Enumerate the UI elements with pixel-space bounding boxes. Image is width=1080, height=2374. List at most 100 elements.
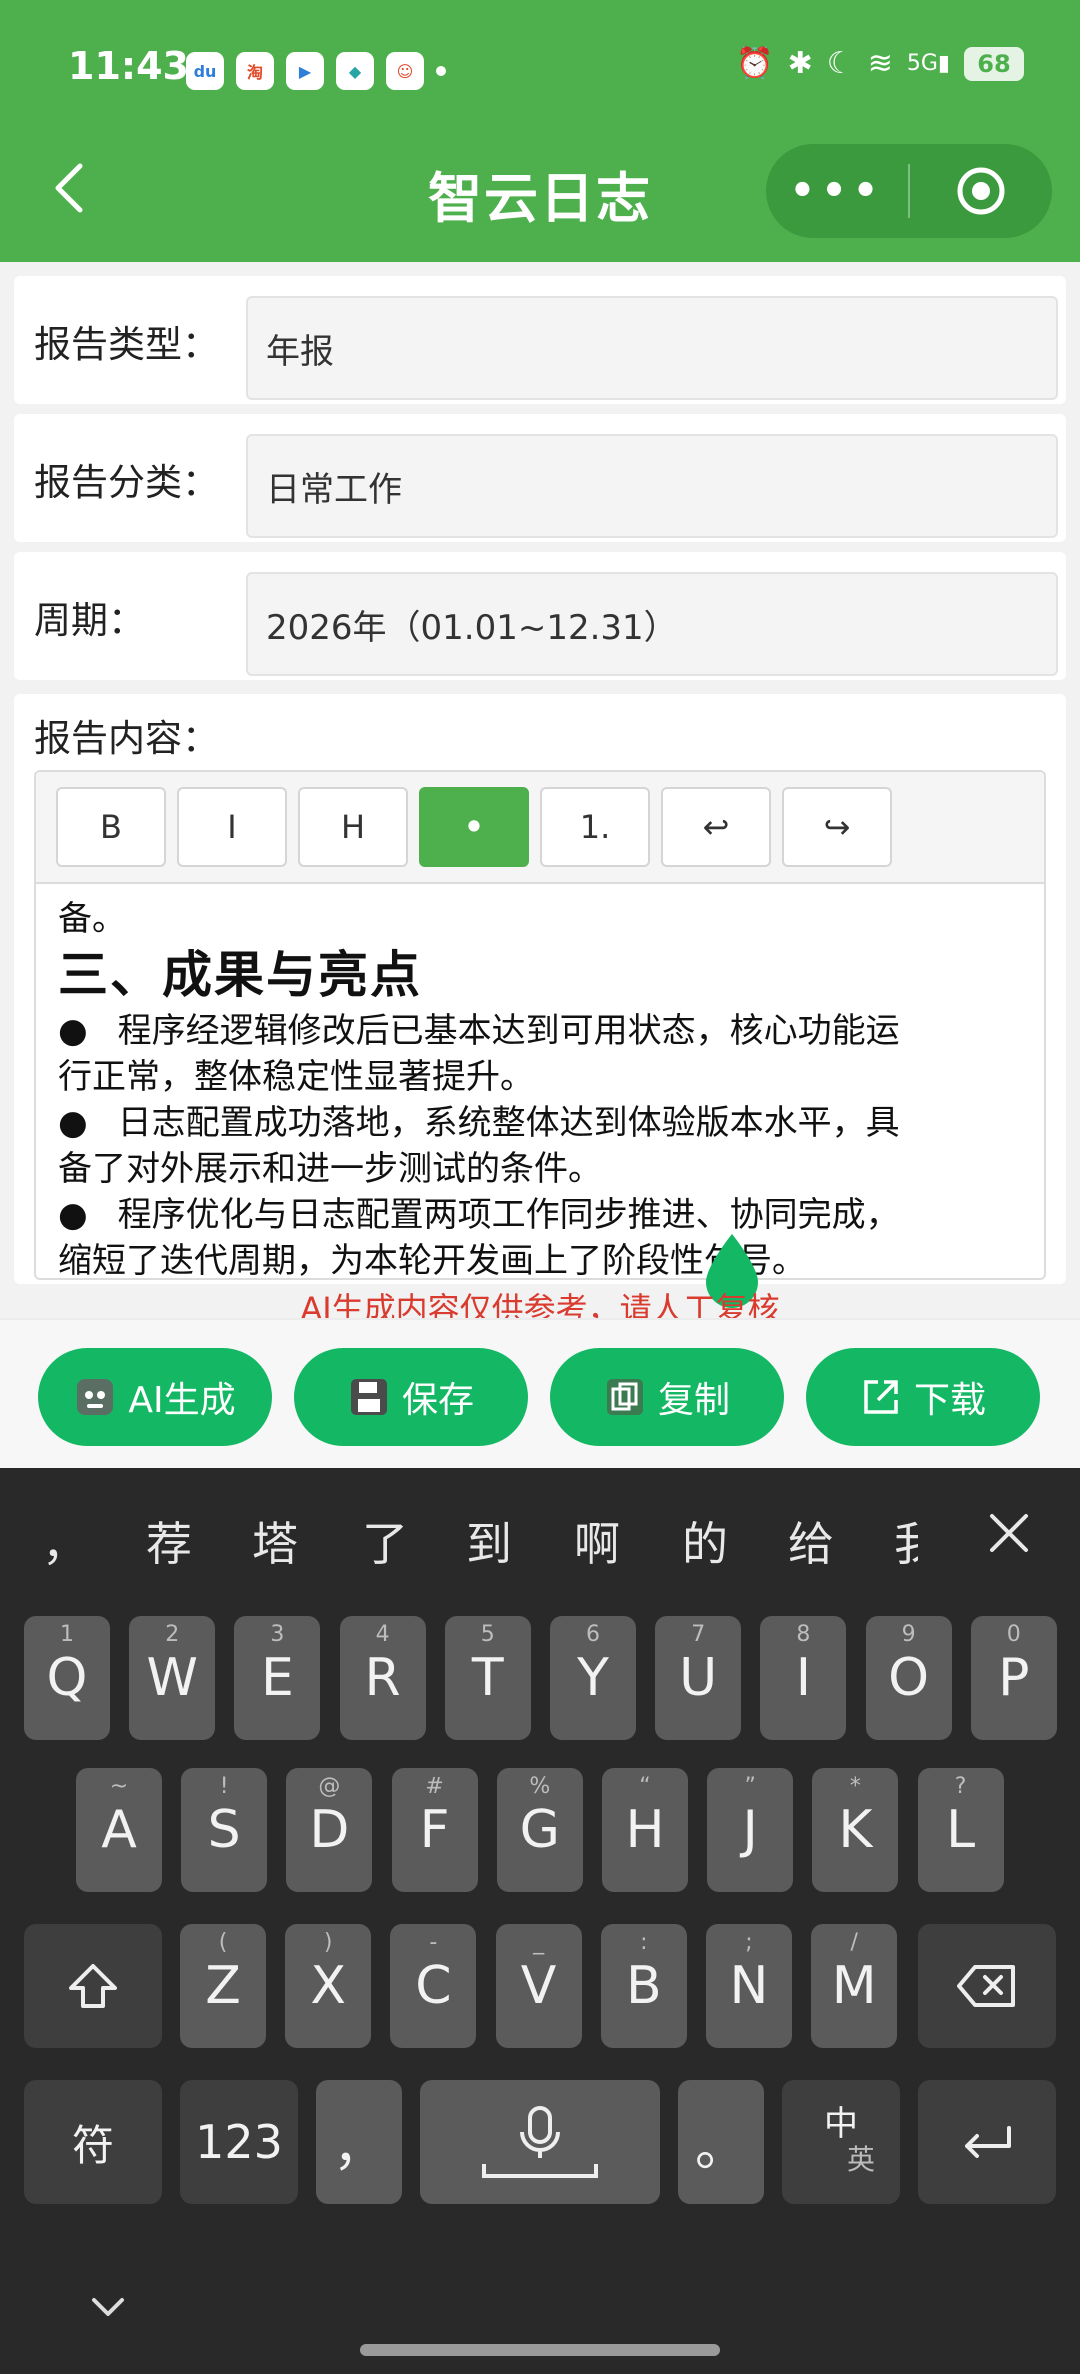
number-key[interactable]: 123 [180,2080,298,2204]
candidate-item[interactable]: 了 [362,1508,408,1574]
key-v[interactable]: _ V [495,1924,582,2048]
bullet-marker: ● [58,1195,88,1235]
key-h[interactable]: “H [602,1768,688,1892]
key-j[interactable]: ” J [707,1768,794,1892]
key-z[interactable]: (Z [180,1924,266,2048]
bullet-list-button[interactable]: • [419,787,529,867]
key-t[interactable]: 5T [444,1616,531,1740]
key-f[interactable]: # F [391,1768,478,1892]
key-q[interactable]: 1Q [24,1616,110,1740]
heading-button[interactable]: H [298,787,408,867]
candidate-item[interactable]: 塔 [252,1508,298,1574]
key-label: J [742,1800,758,1860]
key-b[interactable]: :B [600,1924,687,2048]
period-key[interactable]: 。 [678,2080,764,2204]
key-label: E [260,1648,294,1708]
copy-button[interactable]: 复制 [550,1348,784,1446]
close-mini-program-button[interactable] [910,165,1052,217]
key-label: W [146,1648,198,1708]
key-u[interactable]: 7U [655,1616,742,1740]
close-candidates-icon[interactable] [984,1508,1034,1558]
candidate-item[interactable]: ， [42,1508,88,1574]
key-label: O [888,1648,930,1708]
soft-keyboard: ， 荐 塔 了 到 啊 的 给 我 符 123 ， 。 中 英 1 Q 2 W … [0,1468,1080,2374]
candidate-item[interactable]: 啊 [574,1508,620,1574]
key-r[interactable]: 4R [339,1616,426,1740]
candidate-item[interactable]: 的 [682,1508,728,1574]
key-secondary-label: # [425,1774,444,1799]
status-bar: 11:43 du 淘 ▶ ◆ ☺ ⏰ ✱ ☾ ≋ 5G▮ 68 [0,0,1080,140]
candidate-item[interactable]: 荐 [146,1508,192,1574]
key-g[interactable]: % G [496,1768,583,1892]
more-menu-button[interactable]: ••• [766,168,908,214]
candidate-item[interactable]: 我 [894,1508,918,1574]
key-label: T [471,1648,504,1708]
key-p[interactable]: 0P [970,1616,1057,1740]
ai-generate-button[interactable]: AI生成 [38,1348,272,1446]
comma-key[interactable]: ， [316,2080,402,2204]
editor-bullet-item: ● 日志配置成功落地，系统整体达到体验版本水平，具 [58,1100,1022,1146]
key-n[interactable]: ; N [706,1924,792,2048]
candidate-item[interactable]: 到 [466,1508,512,1574]
symbol-key[interactable]: 符 [24,2080,162,2204]
undo-button[interactable]: ↩ [661,787,771,867]
report-content-section: 报告内容： B I H • 1. ↩ ↪ 备。 三、成果与亮点 ● 程序经逻辑修改… [14,694,1066,1284]
key-secondary-label: 6 [586,1622,600,1647]
key-x[interactable]: ) X [285,1924,372,2048]
key-secondary-label: ) [323,1930,333,1955]
language-switch-key[interactable]: 中 英 [782,2080,900,2204]
key-secondary-label: 0 [1006,1622,1021,1647]
report-type-field[interactable]: 年报 [246,296,1058,400]
bold-button[interactable]: B [56,787,166,867]
key-c[interactable]: -C [390,1924,477,2048]
editor-line: 日志配置成功落地，系统整体达到体验版本水平，具 [117,1103,900,1143]
key-label: X [310,1956,346,2016]
home-indicator[interactable] [360,2344,720,2356]
key-k[interactable]: * K [812,1768,899,1892]
taobao-app-icon: 淘 [236,52,274,90]
download-button[interactable]: 下载 [806,1348,1040,1446]
key-l[interactable]: ? L [917,1768,1004,1892]
key-label: P [998,1648,1030,1708]
key-i[interactable]: 8I [760,1616,847,1740]
app-header: 11:43 du 淘 ▶ ◆ ☺ ⏰ ✱ ☾ ≋ 5G▮ 68 智云日志 ••• [0,0,1080,262]
key-secondary-label: * [849,1774,861,1799]
redo-button[interactable]: ↪ [782,787,892,867]
key-y[interactable]: 6Y [550,1616,636,1740]
lang-chinese-label: 中 [824,2104,858,2144]
save-icon [350,1379,387,1415]
key-label: F [419,1800,450,1860]
key-secondary-label: % [529,1774,551,1799]
external-link-icon [864,1380,898,1414]
key-o[interactable]: 9O [865,1616,952,1740]
editor-text-area[interactable]: 备。 三、成果与亮点 ● 程序经逻辑修改后已基本达到可用状态，核心功能运 行正常，… [36,884,1044,1278]
editor-line: 备了对外展示和进一步测试的条件。 [58,1149,602,1189]
editor-heading: 三、成果与亮点 [58,946,422,1004]
key-m[interactable]: / M [811,1924,898,2048]
more-notifications-dot [436,66,446,76]
key-s[interactable]: ! S [181,1768,268,1892]
bluetooth-icon: ✱ [787,46,813,81]
shift-key[interactable] [24,1924,162,2048]
key-e[interactable]: 3E [234,1616,321,1740]
numbered-list-button[interactable]: 1. [540,787,650,867]
key-label: N [729,1956,769,2016]
key-w[interactable]: 2W [129,1616,216,1740]
backspace-key[interactable] [918,1924,1056,2048]
period-field[interactable]: 2026年（01.01~12.31） [246,572,1058,676]
italic-button[interactable]: I [177,787,287,867]
copy-icon [606,1379,643,1415]
key-a[interactable]: ~ A [76,1768,162,1892]
key-label: Y [577,1648,609,1708]
rich-text-editor: B I H • 1. ↩ ↪ 备。 三、成果与亮点 ● 程序经逻辑修改后已基本达到… [34,770,1046,1280]
space-key[interactable] [420,2080,660,2204]
enter-key[interactable] [918,2080,1056,2204]
key-secondary-label: 7 [691,1622,706,1647]
save-button[interactable]: 保存 [294,1348,528,1446]
key-secondary-label: 8 [796,1622,811,1647]
report-category-field[interactable]: 日常工作 [246,434,1058,538]
candidate-item[interactable]: 给 [788,1508,834,1574]
hide-keyboard-icon[interactable] [88,2292,128,2322]
key-d[interactable]: @ D [286,1768,373,1892]
key-label: Z [205,1956,241,2016]
